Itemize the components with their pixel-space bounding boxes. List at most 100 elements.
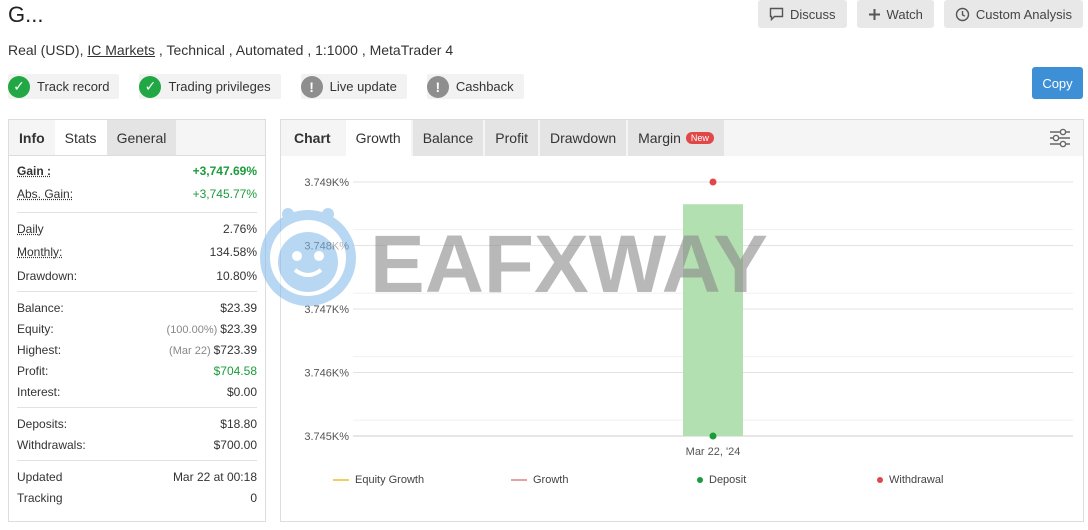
chart-heading: Chart bbox=[294, 130, 331, 146]
bar bbox=[683, 204, 743, 436]
check-icon: ✓ bbox=[8, 75, 30, 98]
equity-percent: (100.00%) bbox=[166, 323, 218, 336]
top-actions: Discuss Watch Custom Analysis bbox=[758, 0, 1083, 28]
tab-balance[interactable]: Balance bbox=[412, 120, 484, 156]
page-title: G... bbox=[8, 2, 44, 27]
stat-equity: Equity: (100.00%) $23.39 bbox=[17, 318, 257, 339]
legend-label: Growth bbox=[533, 474, 569, 486]
tab-margin-label: Margin bbox=[638, 130, 681, 146]
badge-cashback[interactable]: ! Cashback bbox=[426, 74, 524, 99]
tab-info[interactable]: Info bbox=[9, 120, 55, 155]
tab-growth[interactable]: Growth bbox=[345, 120, 411, 156]
legend-equity-growth[interactable]: Equity Growth bbox=[333, 474, 424, 486]
y-tick-label: 3.745K% bbox=[304, 431, 349, 443]
account-type: Real (USD), bbox=[8, 42, 88, 58]
account-subtitle: Real (USD), IC Markets , Technical , Aut… bbox=[8, 42, 453, 58]
badge-trading-privileges[interactable]: ✓ Trading privileges bbox=[139, 74, 281, 99]
y-tick-label: 3.749K% bbox=[304, 177, 349, 189]
x-tick-label: Mar 22, '24 bbox=[686, 446, 741, 458]
custom-analysis-label: Custom Analysis bbox=[975, 6, 1072, 22]
legend-swatch bbox=[697, 477, 703, 483]
stat-value: $23.39 bbox=[220, 321, 257, 336]
verification-badges: ✓ Track record ✓ Trading privileges ! Li… bbox=[8, 74, 524, 99]
legend-growth[interactable]: Growth bbox=[511, 474, 568, 486]
legend-swatch bbox=[333, 479, 349, 481]
chart-panel: Chart Growth Balance Profit Drawdown Mar… bbox=[280, 119, 1084, 522]
divider bbox=[17, 407, 257, 408]
deposit-marker bbox=[709, 432, 717, 440]
stat-value: $18.80 bbox=[220, 416, 257, 431]
stat-value: $0.00 bbox=[226, 384, 257, 399]
clock-icon bbox=[955, 7, 970, 21]
stat-label[interactable]: Abs. Gain: bbox=[17, 187, 73, 201]
exclamation-icon: ! bbox=[426, 75, 449, 98]
withdrawal-marker bbox=[709, 178, 717, 186]
stat-value: $723.39 bbox=[213, 342, 257, 357]
legend-label: Equity Growth bbox=[355, 474, 425, 486]
stat-label: Drawdown: bbox=[17, 268, 78, 283]
y-tick-label: 3.747K% bbox=[304, 304, 349, 316]
stats-tabs: Info Stats General bbox=[9, 120, 265, 156]
stat-label[interactable]: Monthly: bbox=[17, 245, 62, 259]
stat-label: Withdrawals: bbox=[17, 437, 86, 452]
stat-abs-gain: Abs. Gain: +3,745.77% bbox=[17, 181, 257, 207]
stat-drawdown: Drawdown: 10.80% bbox=[17, 265, 257, 286]
chat-icon bbox=[769, 7, 784, 21]
y-tick-label: 3.746K% bbox=[304, 368, 349, 380]
growth-chart: 3.749K% 3.748K% 3.747K% 3.746K% 3.745K% Mar 2… bbox=[304, 177, 1073, 458]
plus-icon bbox=[868, 8, 880, 20]
tab-profit[interactable]: Profit bbox=[485, 120, 538, 156]
stat-label: Profit: bbox=[17, 363, 49, 378]
stat-interest: Interest: $0.00 bbox=[17, 381, 257, 402]
watch-label: Watch bbox=[886, 6, 923, 22]
copy-button[interactable]: Copy bbox=[1032, 67, 1083, 99]
account-details: , Technical , Automated , 1:1000 , MetaT… bbox=[155, 42, 454, 58]
divider bbox=[17, 291, 257, 292]
stat-balance: Balance: $23.39 bbox=[17, 297, 257, 318]
sliders-icon[interactable] bbox=[1049, 128, 1071, 148]
divider bbox=[17, 212, 257, 213]
badge-track-record[interactable]: ✓ Track record bbox=[8, 74, 120, 99]
stat-tracking: Tracking 0 bbox=[17, 487, 257, 508]
legend-withdrawal[interactable]: Withdrawal bbox=[877, 474, 943, 486]
stat-daily: Daily 2.76% bbox=[17, 218, 257, 239]
tab-drawdown[interactable]: Drawdown bbox=[539, 120, 627, 156]
stat-value: 10.80% bbox=[216, 268, 257, 283]
tab-general[interactable]: General bbox=[106, 120, 177, 155]
custom-analysis-button[interactable]: Custom Analysis bbox=[943, 0, 1083, 28]
stat-label: Equity: bbox=[17, 321, 54, 336]
exclamation-icon: ! bbox=[300, 75, 323, 98]
chart-legend: Equity Growth Growth Deposit Withdrawal bbox=[281, 474, 1085, 494]
stat-value: $700.00 bbox=[213, 437, 257, 452]
stat-gain: Gain : +3,747.69% bbox=[17, 160, 257, 181]
discuss-button[interactable]: Discuss bbox=[758, 0, 847, 28]
stat-value: 0 bbox=[250, 490, 257, 505]
stat-value: 134.58% bbox=[209, 245, 257, 259]
stat-label: Updated bbox=[17, 469, 63, 484]
badge-label: Track record bbox=[37, 79, 110, 94]
stat-value: $704.58 bbox=[213, 363, 257, 378]
stat-label: Interest: bbox=[17, 384, 61, 399]
stat-updated: Updated Mar 22 at 00:18 bbox=[17, 466, 257, 487]
tab-stats[interactable]: Stats bbox=[54, 120, 107, 155]
stat-label: Tracking bbox=[17, 490, 63, 505]
watch-button[interactable]: Watch bbox=[856, 0, 934, 28]
badge-live-update[interactable]: ! Live update bbox=[300, 74, 407, 99]
stat-label: Highest: bbox=[17, 342, 62, 357]
stat-label[interactable]: Gain : bbox=[17, 164, 51, 178]
legend-label: Deposit bbox=[709, 474, 747, 486]
discuss-label: Discuss bbox=[790, 6, 836, 22]
legend-deposit[interactable]: Deposit bbox=[697, 474, 746, 486]
broker-link[interactable]: IC Markets bbox=[87, 42, 155, 58]
stat-deposits: Deposits: $18.80 bbox=[17, 413, 257, 434]
y-tick-label: 3.748K% bbox=[304, 241, 349, 253]
legend-label: Withdrawal bbox=[889, 474, 944, 486]
stat-value: $23.39 bbox=[220, 300, 257, 315]
stats-list: Gain : +3,747.69% Abs. Gain: +3,745.77% … bbox=[9, 156, 265, 508]
stat-label[interactable]: Daily bbox=[17, 222, 44, 236]
stat-value: Mar 22 at 00:18 bbox=[172, 469, 257, 484]
stat-highest: Highest: (Mar 22) $723.39 bbox=[17, 339, 257, 360]
stat-label: Balance: bbox=[17, 300, 64, 315]
stat-monthly: Monthly: 134.58% bbox=[17, 239, 257, 265]
tab-margin[interactable]: Margin New bbox=[628, 120, 724, 156]
